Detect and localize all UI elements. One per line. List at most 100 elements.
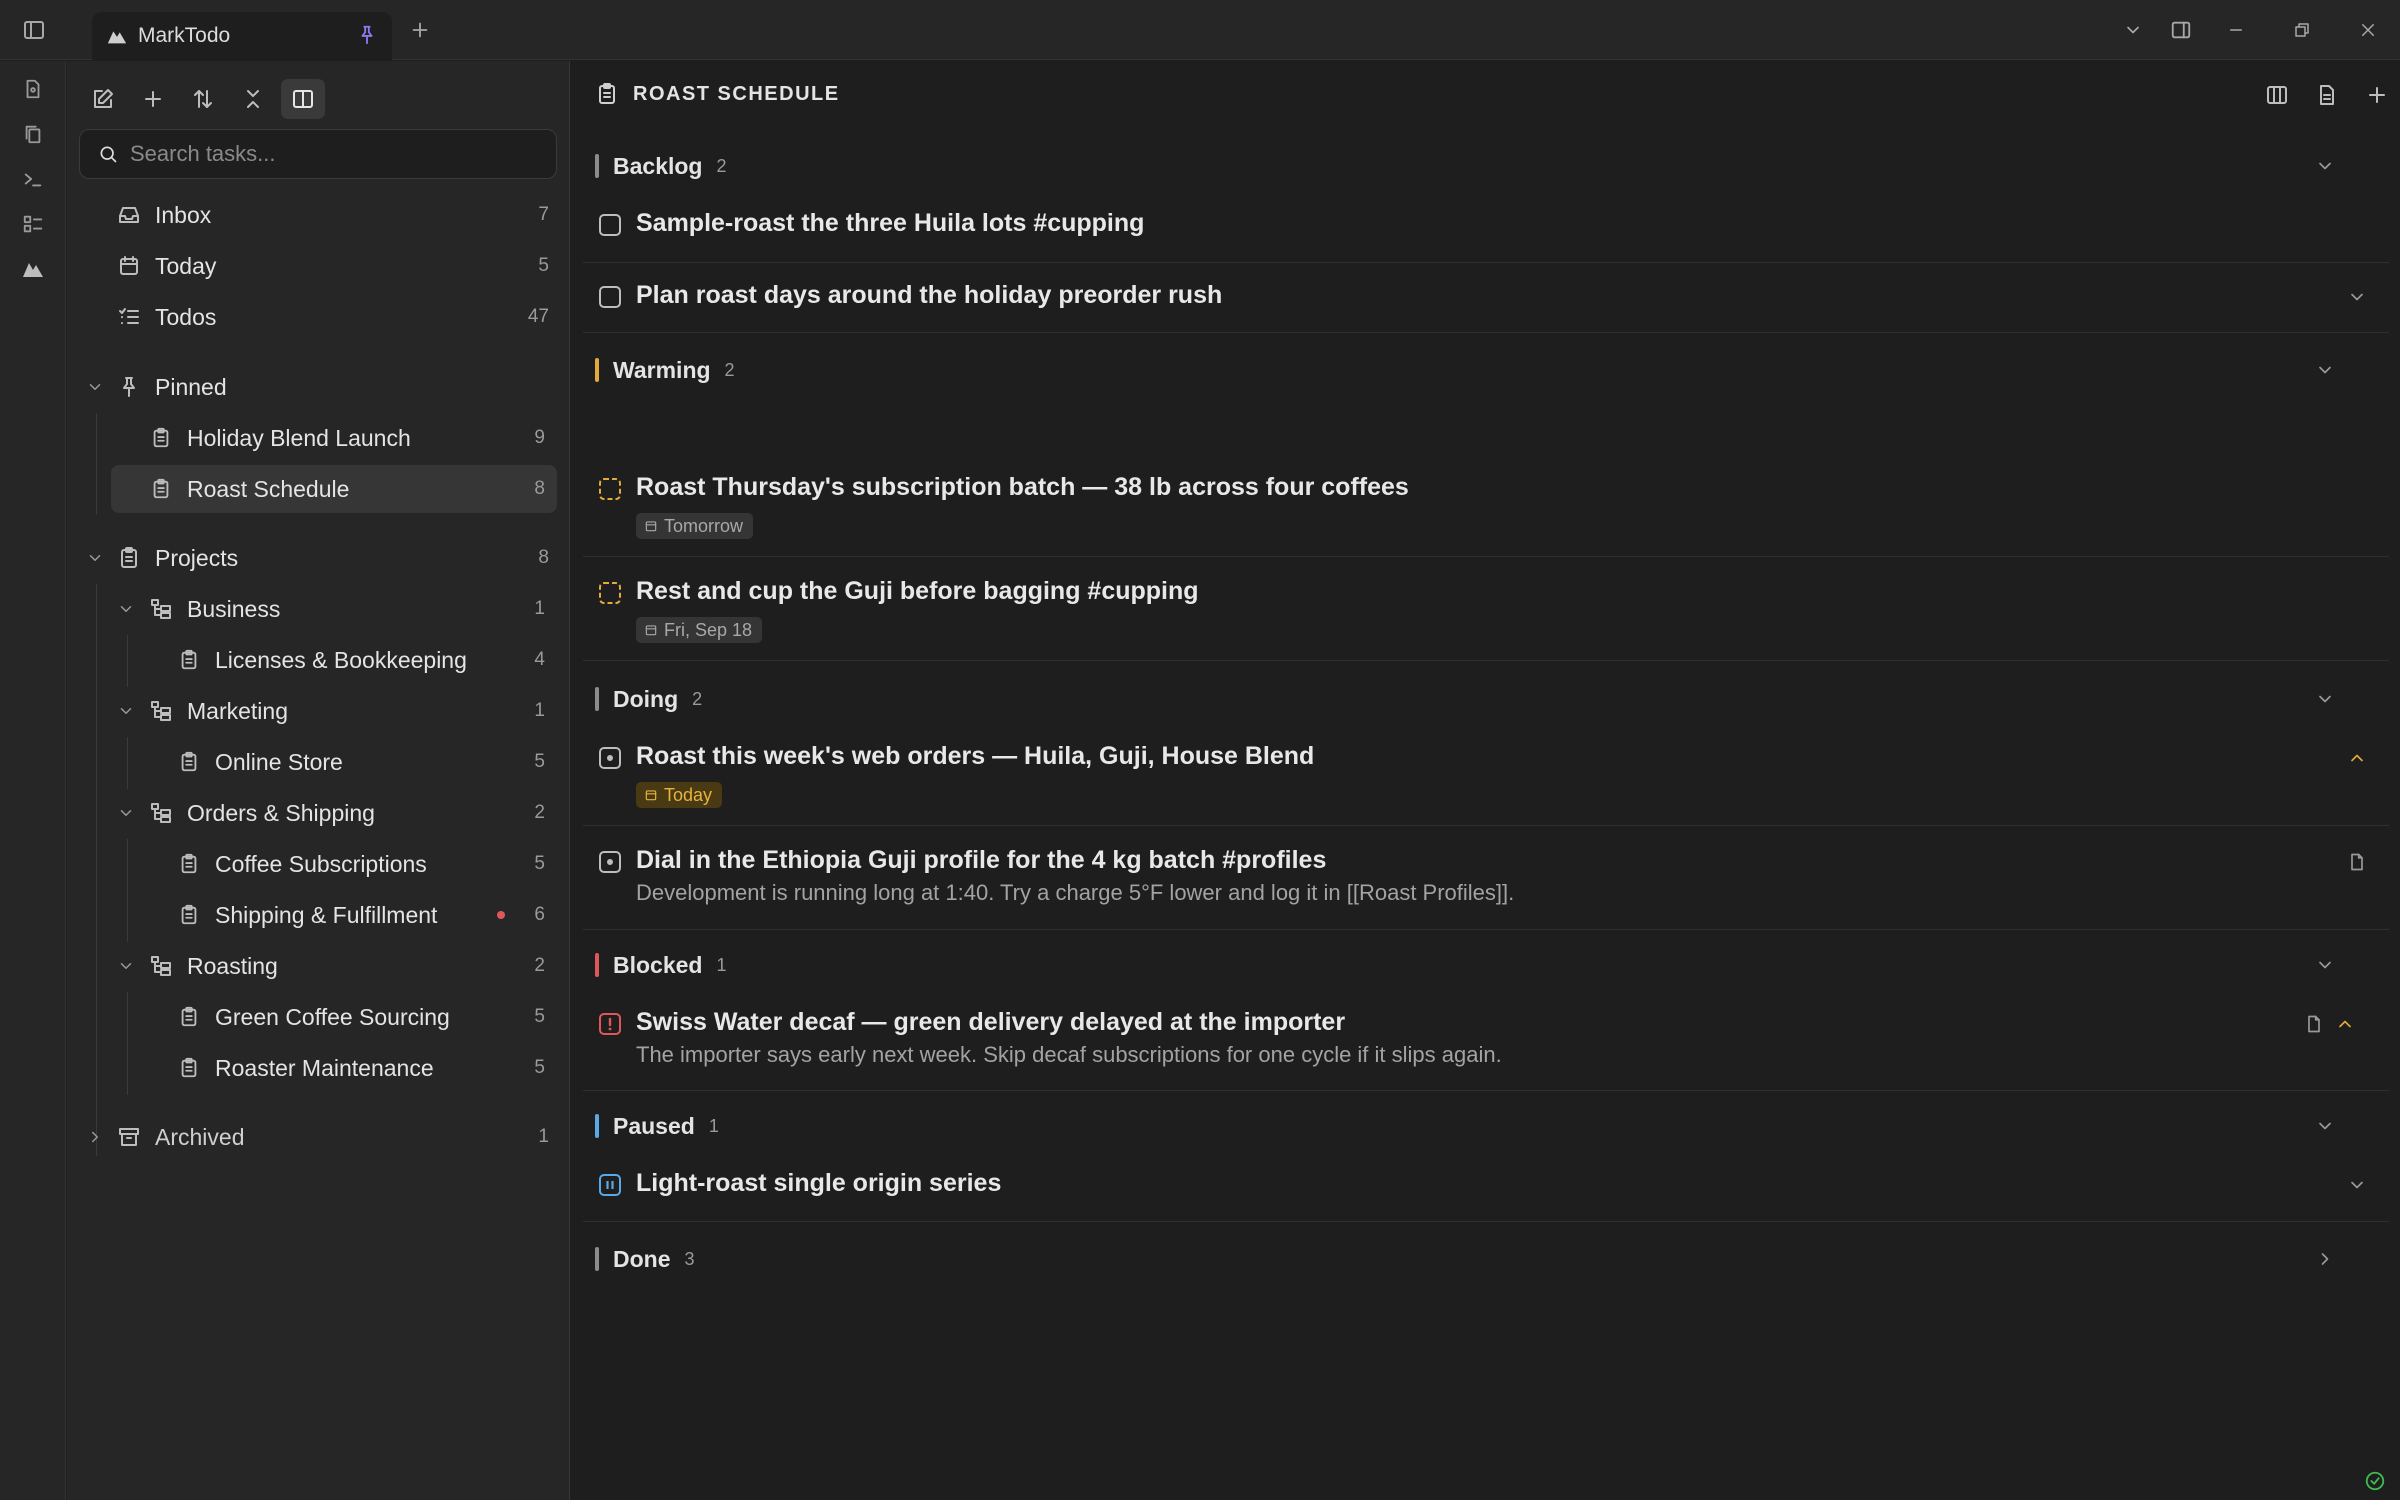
file-icon[interactable] (19, 75, 47, 103)
task-row[interactable]: Roast this week's web orders — Huila, Gu… (583, 742, 2389, 826)
sidebar-item-shipping-fulfillment[interactable]: Shipping & Fulfillment 6 (175, 891, 557, 939)
sidebar-item-licenses-bookkeeping[interactable]: Licenses & Bookkeeping 4 (175, 636, 557, 684)
projects-collapse-chevron-icon[interactable] (84, 547, 106, 569)
chevron-down-icon[interactable] (2345, 1173, 2369, 1197)
group-backlog[interactable]: Backlog 2 (595, 146, 2385, 186)
task-row[interactable]: Swiss Water decaf — green delivery delay… (583, 1008, 2389, 1091)
search-icon (100, 146, 117, 163)
task-row[interactable]: Dial in the Ethiopia Guji profile for th… (583, 846, 2389, 930)
add-task-icon[interactable] (2363, 81, 2391, 109)
in-progress-status-icon[interactable] (598, 746, 622, 770)
chevron-down-icon[interactable] (2315, 360, 2335, 380)
task-title: Roast Thursday's subscription batch — 38… (636, 473, 1409, 501)
sidebar-item-roaster-maintenance[interactable]: Roaster Maintenance 5 (175, 1044, 557, 1092)
paused-status-icon[interactable] (598, 1173, 622, 1197)
due-date-badge[interactable]: Today (636, 782, 723, 808)
group-paused[interactable]: Paused 1 (595, 1106, 2385, 1146)
task-row[interactable]: Sample-roast the three Huila lots #cuppi… (583, 209, 2389, 263)
pinned-collapse-chevron-icon[interactable] (84, 376, 106, 398)
note-icon[interactable] (2345, 850, 2369, 874)
marktodo-ribbon-icon[interactable] (19, 255, 47, 283)
checklist-icon[interactable] (19, 210, 47, 238)
group-doing[interactable]: Doing 2 (595, 679, 2385, 719)
search-box[interactable]: Search tasks... (79, 129, 557, 179)
sidebar-toggle-icon[interactable] (18, 0, 50, 60)
sidebar-folder-marketing[interactable]: Marketing 1 (147, 687, 557, 735)
priority-up-icon[interactable] (2345, 746, 2369, 770)
task-title: Light-roast single origin series (636, 1169, 1002, 1197)
due-date-badge[interactable]: Tomorrow (636, 513, 754, 539)
sidebar-folder-business[interactable]: Business 1 (147, 585, 557, 633)
tab-marktodo[interactable]: MarkTodo (92, 12, 392, 60)
sync-ok-icon[interactable] (2364, 1470, 2386, 1492)
task-row[interactable]: Light-roast single origin series (583, 1169, 2389, 1222)
chevron-down-icon[interactable] (2315, 1116, 2335, 1136)
chevron-down-icon[interactable] (2345, 285, 2369, 309)
group-done[interactable]: Done 3 (595, 1239, 2385, 1279)
sidebar-item-holiday-blend-launch[interactable]: Holiday Blend Launch 9 (111, 414, 557, 462)
task-row[interactable]: Roast Thursday's subscription batch — 38… (583, 473, 2389, 557)
group-count: 3 (684, 1248, 695, 1269)
minimize-icon[interactable] (2220, 0, 2252, 60)
open-note-icon[interactable] (2313, 81, 2341, 109)
add-task-button[interactable] (131, 79, 175, 119)
terminal-icon[interactable] (19, 165, 47, 193)
sidebar-section-projects[interactable]: Projects 8 (115, 534, 561, 582)
new-tab-icon[interactable] (404, 0, 436, 60)
task-row[interactable]: Rest and cup the Guji before bagging #cu… (583, 577, 2389, 661)
collapse-all-button[interactable] (231, 79, 275, 119)
marketing-collapse-chevron-icon[interactable] (115, 700, 137, 722)
group-count: 2 (692, 688, 703, 709)
roasting-collapse-chevron-icon[interactable] (115, 955, 137, 977)
sidebar-item-roast-schedule[interactable]: Roast Schedule 8 (111, 465, 557, 513)
sidebar-section-pinned[interactable]: Pinned (115, 363, 561, 411)
checkbox-icon[interactable] (598, 285, 622, 309)
copy-icon[interactable] (19, 120, 47, 148)
tree-guide (127, 635, 128, 687)
tree-guide (96, 584, 97, 1156)
sidebar-item-today[interactable]: Today 5 (115, 242, 561, 290)
business-collapse-chevron-icon[interactable] (115, 598, 137, 620)
warming-status-icon[interactable] (598, 581, 622, 605)
right-sidebar-toggle-icon[interactable] (2166, 0, 2196, 60)
sidebar-item-green-coffee-sourcing[interactable]: Green Coffee Sourcing 5 (175, 993, 557, 1041)
search-input[interactable]: Search tasks... (130, 141, 276, 167)
main-pane: ROAST SCHEDULE Backlog 2 Sample-roast th… (571, 61, 2400, 1500)
archived-expand-chevron-icon[interactable] (84, 1126, 106, 1148)
sidebar-section-archived[interactable]: Archived 1 (115, 1113, 561, 1161)
sidebar-item-label: Online Store (215, 748, 343, 775)
new-note-button[interactable] (81, 79, 125, 119)
sidebar-item-inbox[interactable]: Inbox 7 (115, 191, 561, 239)
board-columns-icon[interactable] (2263, 81, 2291, 109)
sidebar-item-coffee-subscriptions[interactable]: Coffee Subscriptions 5 (175, 840, 557, 888)
chevron-down-icon[interactable] (2315, 955, 2335, 975)
note-icon[interactable] (2302, 1012, 2326, 1036)
blocked-status-icon[interactable] (598, 1012, 622, 1036)
sort-button[interactable] (181, 79, 225, 119)
pin-icon[interactable] (356, 24, 378, 46)
group-blocked[interactable]: Blocked 1 (595, 945, 2385, 985)
sidebar-item-todos[interactable]: Todos 47 (115, 293, 561, 341)
task-title: Rest and cup the Guji before bagging #cu… (636, 577, 1199, 605)
warming-status-icon[interactable] (598, 477, 622, 501)
clipboard-icon (147, 475, 175, 503)
sidebar-folder-orders-shipping[interactable]: Orders & Shipping 2 (147, 789, 557, 837)
chevron-down-icon[interactable] (2315, 156, 2335, 176)
tab-list-chevron-icon[interactable] (2118, 0, 2148, 60)
checkbox-icon[interactable] (598, 213, 622, 237)
clipboard-icon (175, 1003, 203, 1031)
board-view-button[interactable] (281, 79, 325, 119)
orders-shipping-collapse-chevron-icon[interactable] (115, 802, 137, 824)
sidebar-item-count: 1 (534, 700, 545, 721)
close-window-icon[interactable] (2352, 0, 2384, 60)
group-warming[interactable]: Warming 2 (595, 350, 2385, 390)
chevron-down-icon[interactable] (2315, 689, 2335, 709)
in-progress-status-icon[interactable] (598, 850, 622, 874)
due-date-badge[interactable]: Fri, Sep 18 (636, 617, 763, 643)
chevron-right-icon[interactable] (2315, 1249, 2335, 1269)
priority-up-icon[interactable] (2333, 1012, 2357, 1036)
sidebar-folder-roasting[interactable]: Roasting 2 (147, 942, 557, 990)
sidebar-item-online-store[interactable]: Online Store 5 (175, 738, 557, 786)
restore-icon[interactable] (2286, 0, 2318, 60)
task-row[interactable]: Plan roast days around the holiday preor… (583, 281, 2389, 333)
